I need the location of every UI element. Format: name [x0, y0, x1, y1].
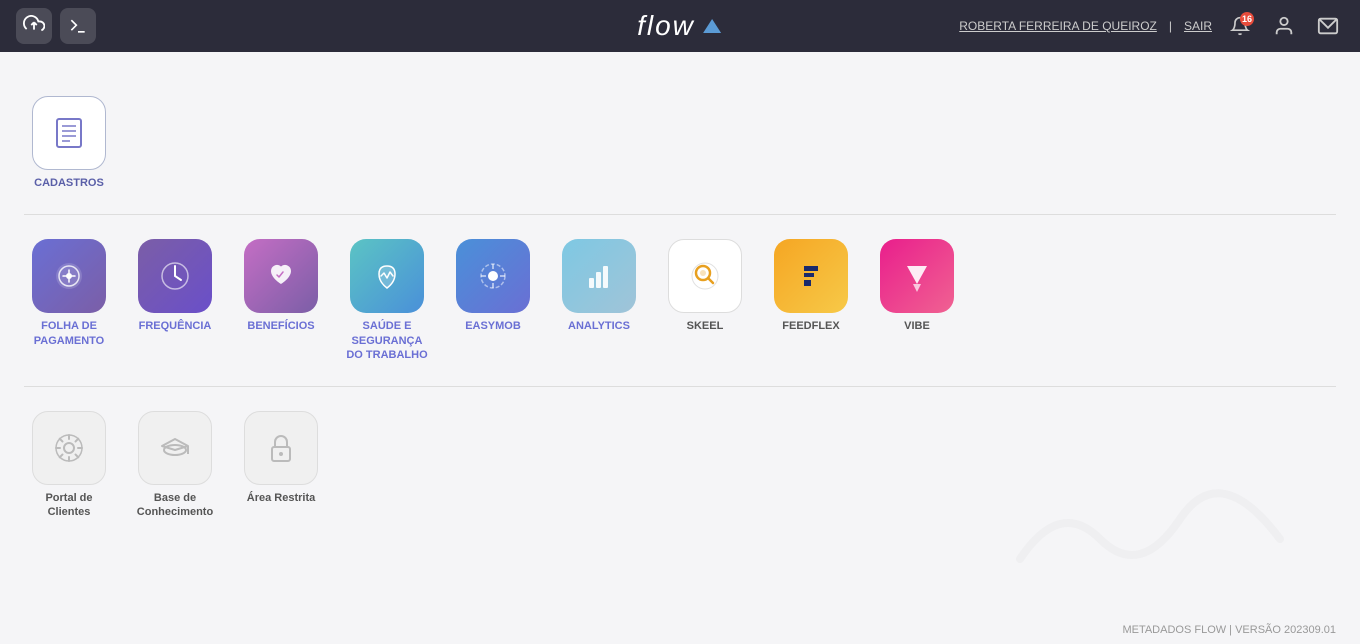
cadastros-grid: CADASTROS [24, 88, 1336, 198]
frequencia-icon [138, 239, 212, 313]
easymob-icon [456, 239, 530, 313]
cadastros-label: CADASTROS [34, 176, 104, 190]
logout-link[interactable]: SAIR [1184, 19, 1212, 33]
folha-label: FOLHA DE PAGAMENTO [24, 319, 114, 348]
beneficios-icon [244, 239, 318, 313]
beneficios-label: BENEFÍCIOS [247, 319, 314, 333]
feedflex-label: FEEDFLEX [782, 319, 839, 333]
main-content: CADASTROS FOLHA DE PAGAMENTO [0, 52, 1360, 616]
cadastros-icon [32, 96, 106, 170]
app-item-saude[interactable]: SAÚDE E SEGURANÇA DO TRABALHO [342, 239, 432, 362]
easymob-label: EASYMOB [465, 319, 521, 333]
cloud-icon-button[interactable] [16, 8, 52, 44]
saude-icon [350, 239, 424, 313]
app-item-skeel[interactable]: SKEEL [660, 239, 750, 362]
frequencia-label: FREQUÊNCIA [139, 319, 212, 333]
app-item-frequencia[interactable]: FREQUÊNCIA [130, 239, 220, 362]
folha-icon [32, 239, 106, 313]
base-icon [138, 411, 212, 485]
header-right: ROBERTA FERREIRA DE QUEIROZ | SAIR 16 [959, 10, 1344, 42]
restrita-label: Área Restrita [247, 491, 315, 505]
app-item-analytics[interactable]: ANALYTICS [554, 239, 644, 362]
app-footer: METADADOS FLOW | VERSÃO 202309.01 [0, 616, 1360, 644]
portal-icon [32, 411, 106, 485]
app-item-base[interactable]: Base de Conhecimento [130, 411, 220, 520]
header-logo: flow [637, 10, 723, 42]
app-item-vibe[interactable]: VIBE [872, 239, 962, 362]
terminal-icon-button[interactable] [60, 8, 96, 44]
skeel-icon [668, 239, 742, 313]
section-portal-apps: Portal de Clientes Base de Conhecimento [24, 387, 1336, 544]
app-item-cadastros[interactable]: CADASTROS [24, 96, 114, 190]
portal-apps-grid: Portal de Clientes Base de Conhecimento [24, 403, 1336, 528]
section-cadastros: CADASTROS [24, 72, 1336, 215]
skeel-label: SKEEL [687, 319, 724, 333]
main-apps-grid: FOLHA DE PAGAMENTO FREQUÊNCIA [24, 231, 1336, 370]
section-main-apps: FOLHA DE PAGAMENTO FREQUÊNCIA [24, 215, 1336, 387]
analytics-icon [562, 239, 636, 313]
app-item-easymob[interactable]: EASYMOB [448, 239, 538, 362]
vibe-icon [880, 239, 954, 313]
vibe-label: VIBE [904, 319, 930, 333]
app-item-portal[interactable]: Portal de Clientes [24, 411, 114, 520]
app-item-restrita[interactable]: Área Restrita [236, 411, 326, 520]
saude-label: SAÚDE E SEGURANÇA DO TRABALHO [342, 319, 432, 362]
notification-badge: 16 [1240, 12, 1254, 26]
header-left [16, 8, 96, 44]
profile-icon-button[interactable] [1268, 10, 1300, 42]
app-item-beneficios[interactable]: BENEFÍCIOS [236, 239, 326, 362]
app-item-feedflex[interactable]: FEEDFLEX [766, 239, 856, 362]
app-item-folha[interactable]: FOLHA DE PAGAMENTO [24, 239, 114, 362]
footer-text: METADADOS FLOW | VERSÃO 202309.01 [1122, 624, 1336, 636]
mail-icon-button[interactable] [1312, 10, 1344, 42]
analytics-label: ANALYTICS [568, 319, 630, 333]
restrita-icon [244, 411, 318, 485]
portal-label: Portal de Clientes [24, 491, 114, 520]
feedflex-icon [774, 239, 848, 313]
notifications-button[interactable]: 16 [1224, 10, 1256, 42]
app-header: flow ROBERTA FERREIRA DE QUEIROZ | SAIR … [0, 0, 1360, 52]
header-separator: | [1169, 19, 1172, 33]
user-name-link[interactable]: ROBERTA FERREIRA DE QUEIROZ [959, 19, 1157, 33]
base-label: Base de Conhecimento [130, 491, 220, 520]
logo-text: flow [637, 10, 695, 42]
